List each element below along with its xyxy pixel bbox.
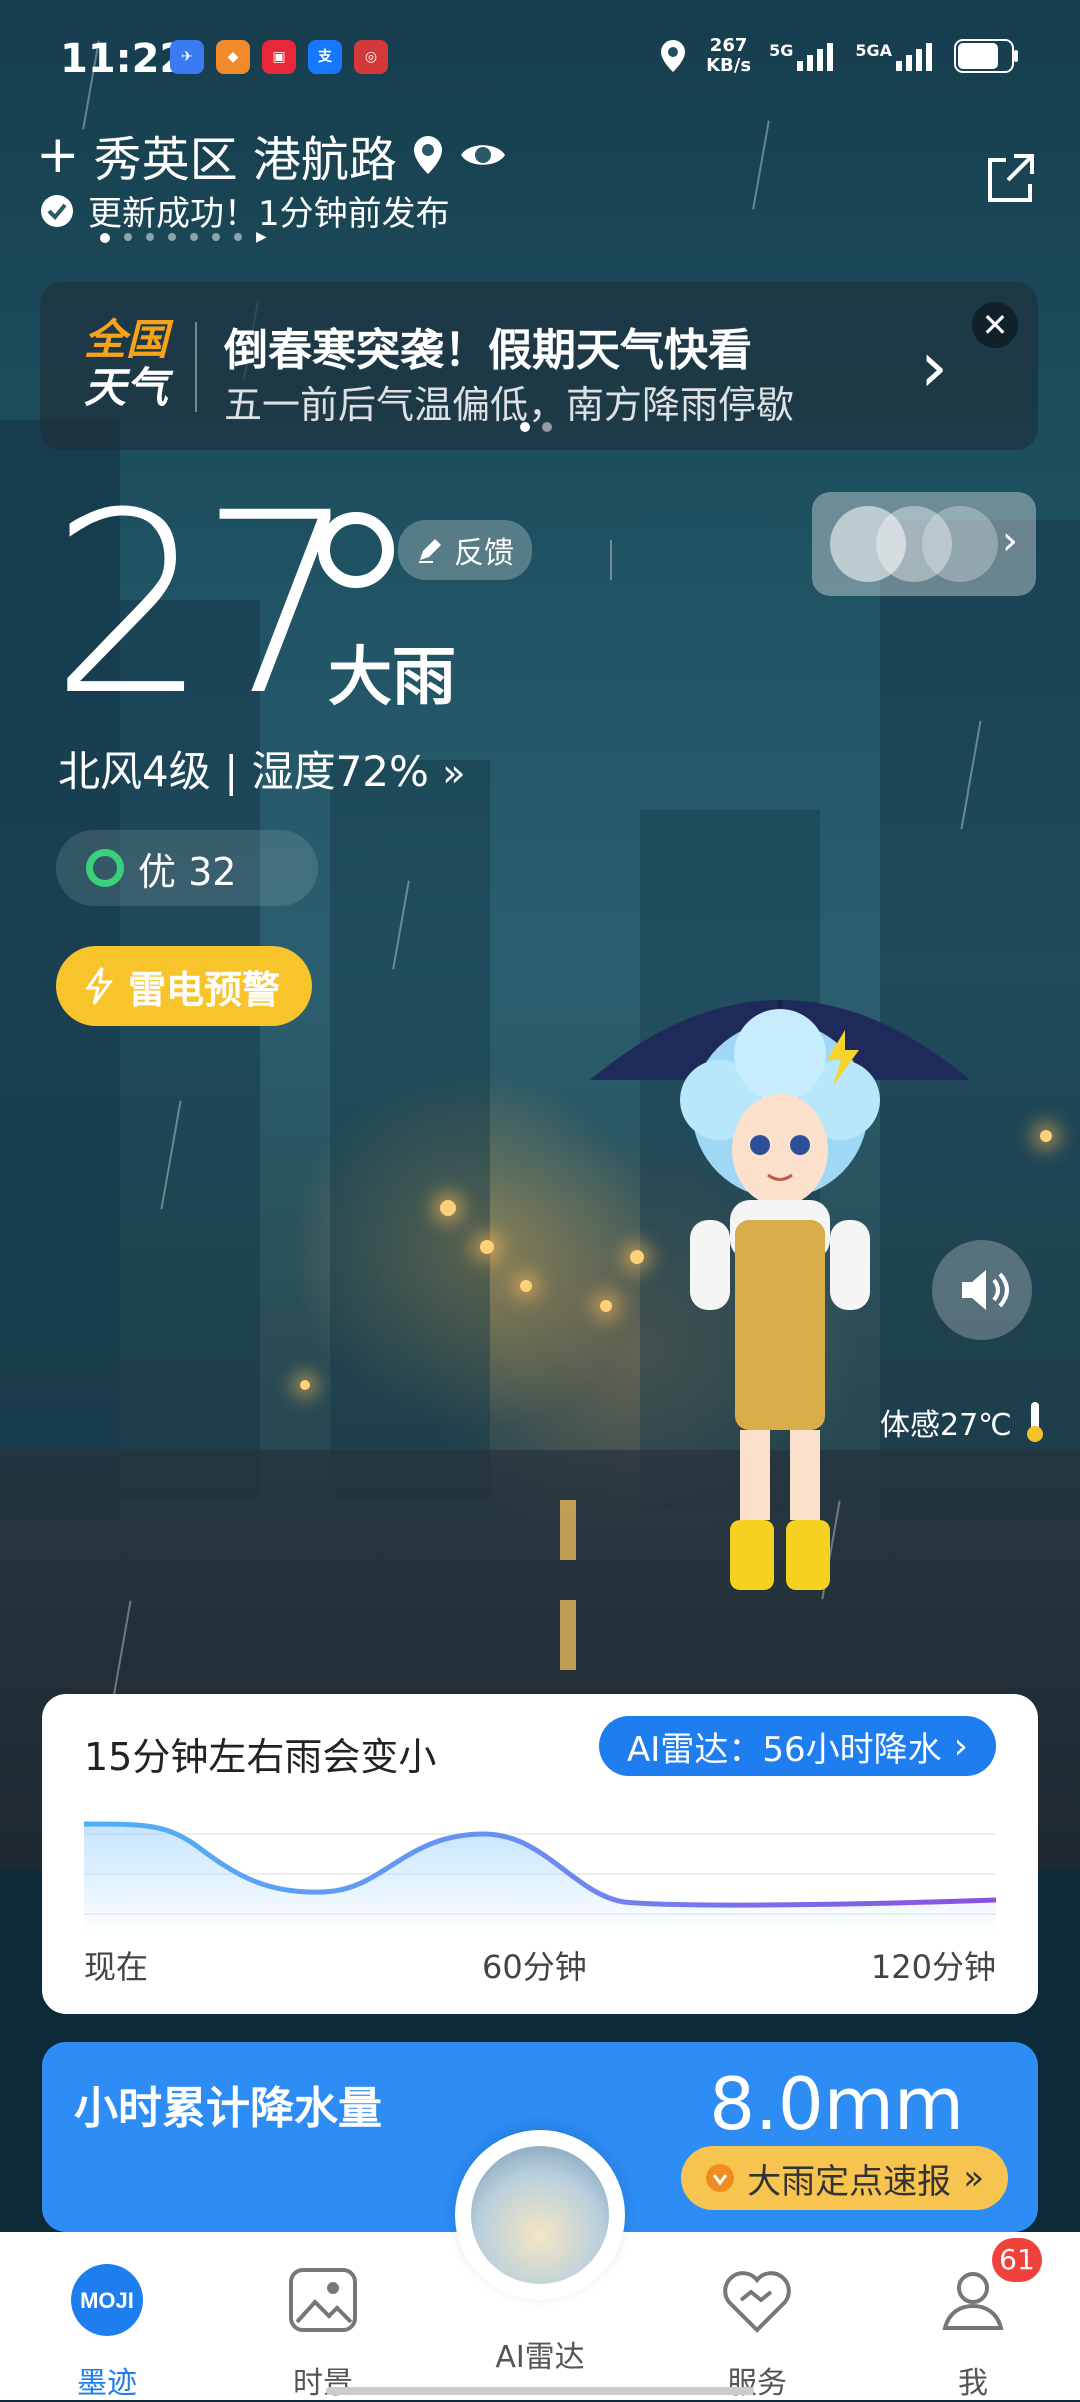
- location-header[interactable]: + 秀英区 港航路: [36, 120, 507, 190]
- svg-text:MOJI: MOJI: [80, 2288, 134, 2313]
- banner-logo: 全国 天气: [84, 315, 169, 412]
- location-name[interactable]: 秀英区 港航路: [94, 120, 397, 190]
- chevron-right-icon: ›: [1002, 518, 1018, 564]
- national-weather-banner[interactable]: 全国 天气 倒春寒突袭！假期天气快看 五一前后气温偏低，南方降雨停歇 › ✕: [40, 282, 1038, 450]
- chevron-right-icon: ›: [920, 326, 948, 408]
- notification-app-icon: ▣: [262, 40, 296, 74]
- location-icon: [661, 40, 686, 72]
- weather-condition: 大雨: [328, 641, 456, 715]
- signal-icon: [896, 43, 932, 71]
- current-temperature: 27: [50, 459, 358, 750]
- aqi-ring-icon: [86, 849, 124, 887]
- heavy-rain-report-button[interactable]: 大雨定点速报 »: [681, 2146, 1008, 2210]
- nav-item-moji[interactable]: MOJI 墨迹: [32, 2262, 182, 2402]
- radar-globe-icon: [471, 2146, 609, 2284]
- ai-radar-center-button[interactable]: [455, 2130, 625, 2300]
- net-speed-unit: KB/s: [706, 55, 752, 76]
- notification-app-icon: ◎: [354, 40, 388, 74]
- aqi-badge[interactable]: 优 32: [56, 830, 318, 906]
- double-chevron-icon: »: [963, 2158, 984, 2198]
- add-city-icon[interactable]: +: [36, 125, 80, 185]
- banner-page-indicator: [520, 422, 552, 432]
- photo-icon: [289, 2268, 357, 2332]
- eye-icon[interactable]: [459, 138, 507, 172]
- share-icon[interactable]: [980, 150, 1040, 210]
- moji-logo-icon: MOJI: [71, 2264, 143, 2336]
- speaker-button[interactable]: [932, 1240, 1032, 1340]
- wind-humidity[interactable]: 北风4级 | 湿度72% »: [58, 738, 466, 799]
- weather-character[interactable]: [580, 960, 980, 1610]
- tool-icon: [922, 506, 998, 582]
- lightning-icon: [85, 967, 113, 1005]
- alipay-icon: 支: [308, 40, 342, 74]
- location-pin-icon: [413, 136, 442, 174]
- axis-label-120: 120分钟: [870, 1948, 996, 1986]
- heart-handshake-icon: [723, 2271, 791, 2333]
- rain-summary: 15分钟左右雨会变小: [84, 1735, 437, 1779]
- ai-radar-button[interactable]: AI雷达：56小时降水 ›: [599, 1716, 996, 1776]
- nav-item-scenery[interactable]: 时景: [248, 2262, 398, 2402]
- nav-item-services[interactable]: 服务: [682, 2262, 832, 2402]
- feels-like: 体感27℃: [880, 1400, 1050, 1444]
- nav-item-me[interactable]: 我: [898, 2262, 1048, 2402]
- banner-subtitle: 五一前后气温偏低，南方降雨停歇: [224, 383, 795, 427]
- home-indicator[interactable]: [326, 2387, 754, 2395]
- status-time: 11:22: [60, 36, 188, 82]
- degree-symbol: [318, 512, 394, 588]
- thunder-alert-button[interactable]: 雷电预警: [56, 946, 312, 1026]
- precip-value: 8.0mm: [709, 2062, 964, 2146]
- double-chevron-icon: »: [442, 751, 466, 795]
- weather-tools-widget[interactable]: ›: [812, 492, 1036, 596]
- close-icon[interactable]: ✕: [972, 302, 1018, 348]
- rain-intensity-chart: [84, 1821, 996, 1934]
- short-term-rain-card[interactable]: 15分钟左右雨会变小 AI雷达：56小时降水 › 现在 60分钟 120分钟: [42, 1694, 1038, 2014]
- feedback-button[interactable]: 反馈: [398, 520, 532, 580]
- banner-title: 倒春寒突袭！假期天气快看: [224, 325, 752, 376]
- signal-icon: [797, 43, 834, 71]
- signal-label-5ga: 5GA: [855, 41, 892, 60]
- notification-app-icon: ◆: [216, 40, 250, 74]
- city-page-indicator: ▶: [100, 229, 267, 245]
- battery-icon: [954, 39, 1018, 73]
- net-speed: 267: [709, 35, 748, 56]
- nav-item-ai-radar[interactable]: AI雷达: [465, 2332, 615, 2376]
- signal-label-5g: 5G: [769, 41, 794, 60]
- status-bar: 11:22 ✈ ◆ ▣ 支 ◎ 267 KB/s 5G 5GA: [0, 30, 1080, 90]
- notification-app-icon: ✈: [170, 40, 204, 74]
- update-text: 更新成功！1分钟前发布: [88, 194, 450, 234]
- axis-label-now: 现在: [84, 1948, 149, 1986]
- update-status: 更新成功！1分钟前发布: [40, 186, 450, 235]
- location-arrow-icon: ▶: [256, 229, 267, 245]
- check-circle-icon: [41, 194, 73, 227]
- thermometer-icon: [1026, 1402, 1043, 1442]
- speaker-icon: [962, 1270, 1009, 1310]
- axis-label-60: 60分钟: [482, 1948, 587, 1986]
- chevron-right-icon: ›: [953, 1725, 968, 1767]
- diamond-icon: [706, 2164, 735, 2192]
- precip-title: 小时累计降水量: [74, 2083, 382, 2134]
- pencil-icon: [419, 539, 441, 563]
- notification-badge: 61: [992, 2238, 1042, 2282]
